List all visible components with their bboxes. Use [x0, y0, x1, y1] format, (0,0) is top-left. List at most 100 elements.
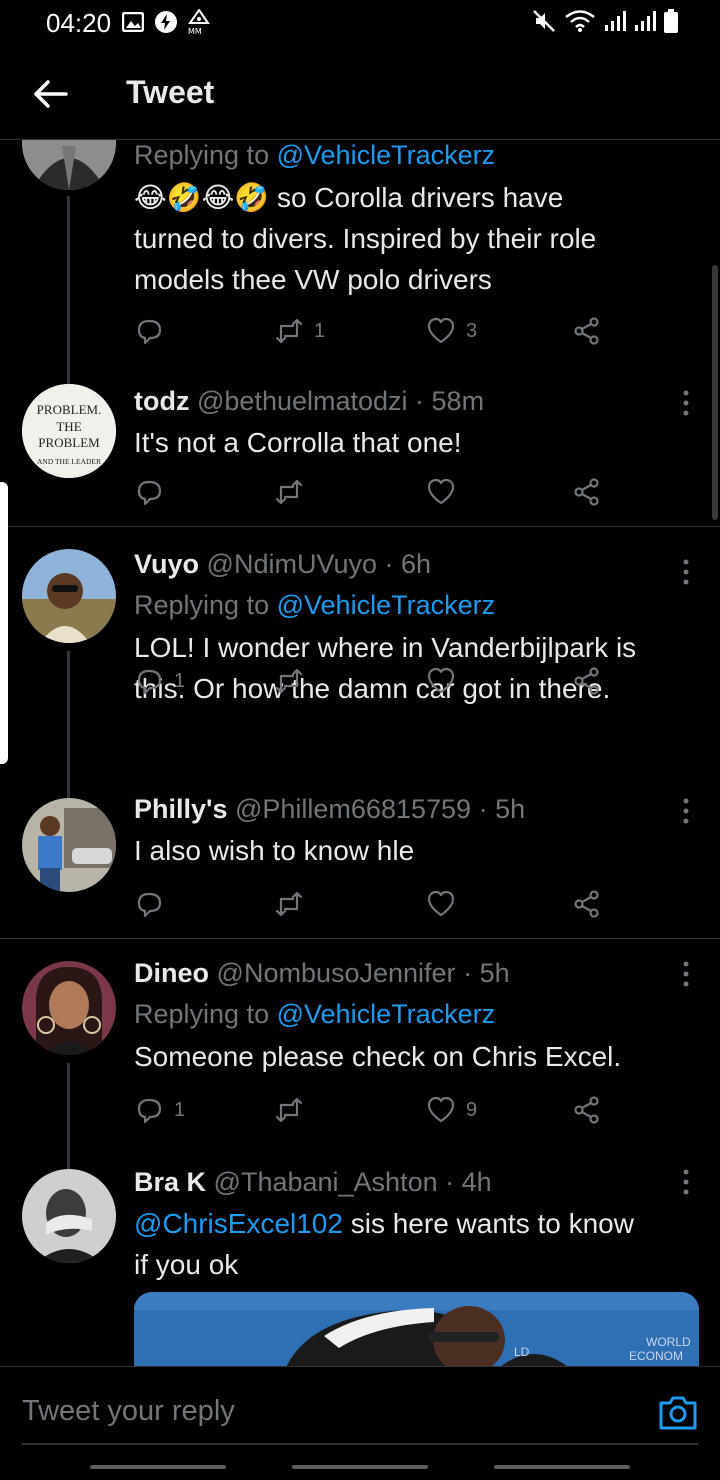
mention-link[interactable]: @VehicleTrackerz — [277, 140, 495, 170]
share-button[interactable] — [572, 475, 602, 509]
like-button[interactable] — [426, 887, 466, 921]
share-icon — [574, 667, 599, 695]
retweet-button[interactable] — [274, 475, 314, 509]
retweet-icon — [275, 668, 303, 694]
tweet-header: Philly's @Phillem66815759 · 5h — [134, 792, 694, 826]
tweet-todz[interactable]: PROBLEM. THE PROBLEM AND THE LEADER todz… — [0, 376, 720, 526]
like-button[interactable]: 3 — [426, 314, 477, 348]
nav-home[interactable] — [292, 1465, 428, 1469]
display-name[interactable]: todz — [134, 386, 189, 416]
like-button[interactable] — [426, 664, 466, 698]
retweet-button[interactable] — [274, 1093, 314, 1127]
tweet-vehicle-reply[interactable]: Replying to @VehicleTrackerz 😂🤣😂🤣 so Cor… — [0, 140, 720, 376]
tweet-actions: 1 9 — [134, 1093, 604, 1127]
tweet-media-image[interactable]: LD WORLD ECONOM — [134, 1292, 699, 1366]
heart-icon — [427, 478, 455, 505]
tweet-actions — [134, 887, 604, 921]
wifi-icon — [565, 10, 595, 32]
edge-panel-handle[interactable] — [0, 482, 8, 764]
reply-button[interactable]: 1 — [134, 1093, 185, 1127]
top-app-bar: Tweet — [0, 46, 720, 140]
share-icon — [574, 1096, 599, 1124]
share-button[interactable] — [572, 887, 602, 921]
nav-back[interactable] — [494, 1465, 630, 1469]
tweet-text: It's not a Corrolla that one! — [134, 427, 462, 458]
status-bar: 04:20 MM — [0, 0, 720, 46]
username[interactable]: @bethuelmatodzi — [197, 386, 408, 416]
avatar[interactable] — [22, 549, 116, 643]
timestamp: · 4h — [445, 1167, 492, 1197]
reply-icon — [137, 319, 162, 345]
svg-text:MM: MM — [188, 27, 202, 35]
page-title: Tweet — [126, 74, 215, 110]
thread-line — [67, 1149, 70, 1169]
reply-icon — [137, 1098, 162, 1124]
svg-text:PROBLEM.: PROBLEM. — [37, 402, 102, 417]
like-button[interactable]: 9 — [426, 1093, 477, 1127]
username[interactable]: @NombusoJennifer — [217, 958, 456, 988]
retweet-button[interactable]: 1 — [274, 314, 325, 348]
reply-icon — [137, 480, 162, 506]
avatar[interactable]: PROBLEM. THE PROBLEM AND THE LEADER — [22, 384, 116, 478]
system-nav-bar — [0, 1462, 720, 1480]
avatar[interactable] — [22, 798, 116, 892]
reply-button[interactable] — [134, 887, 174, 921]
mention-link[interactable]: @ChrisExcel102 — [134, 1208, 343, 1239]
share-button[interactable] — [572, 1093, 602, 1127]
username[interactable]: @NdimUVuyo — [207, 549, 377, 579]
retweet-icon — [275, 479, 303, 505]
replies-feed[interactable]: Replying to @VehicleTrackerz 😂🤣😂🤣 so Cor… — [0, 140, 720, 1366]
svg-text:WORLD: WORLD — [646, 1335, 691, 1349]
tweet-header: Bra K @Thabani_Ashton · 4h — [134, 1165, 694, 1199]
retweet-button[interactable] — [274, 887, 314, 921]
avatar[interactable] — [22, 1169, 116, 1263]
signal-icon — [605, 11, 626, 31]
gallery-notification-icon — [122, 12, 144, 32]
timestamp: · 5h — [463, 958, 510, 988]
back-arrow-icon[interactable] — [30, 74, 70, 114]
thread-line — [67, 778, 70, 798]
battery-icon — [664, 9, 678, 33]
display-name[interactable]: Dineo — [134, 958, 209, 988]
display-name[interactable]: Vuyo — [134, 549, 199, 579]
share-button[interactable] — [572, 314, 602, 348]
signal-icon-2 — [635, 11, 656, 31]
timestamp: · 58m — [415, 386, 485, 416]
tweet-header: Vuyo @NdimUVuyo · 6h — [134, 547, 694, 581]
tweet-actions: 1 3 — [134, 314, 604, 348]
reply-button[interactable] — [134, 475, 174, 509]
tweet-text: 😂🤣😂🤣 so Corolla drivers have turned to d… — [134, 182, 597, 295]
tweet-text: @ChrisExcel102 sis here wants to know if… — [134, 1208, 634, 1280]
tweet-text: Someone please check on Chris Excel. — [134, 1041, 622, 1072]
mention-link[interactable]: @VehicleTrackerz — [277, 999, 495, 1029]
retweet-icon — [275, 318, 303, 344]
heart-icon — [427, 890, 455, 917]
avatar[interactable] — [22, 140, 116, 190]
reply-button[interactable] — [134, 314, 174, 348]
display-name[interactable]: Bra K — [134, 1167, 206, 1197]
scrollbar[interactable] — [712, 265, 718, 520]
share-button[interactable] — [572, 664, 602, 698]
tweet-dineo[interactable]: Dineo @NombusoJennifer · 5h Replying to … — [0, 939, 720, 1149]
share-icon — [574, 317, 599, 345]
timestamp: · 6h — [384, 549, 432, 579]
mention-link[interactable]: @VehicleTrackerz — [277, 590, 495, 620]
username[interactable]: @Thabani_Ashton — [214, 1167, 438, 1197]
camera-icon[interactable] — [658, 1393, 698, 1431]
avatar[interactable] — [22, 961, 116, 1055]
retweet-button[interactable] — [274, 664, 314, 698]
heart-icon — [427, 667, 455, 694]
reply-button[interactable]: 1 — [134, 664, 185, 698]
tweet-header: Dineo @NombusoJennifer · 5h — [134, 956, 694, 990]
like-button[interactable] — [426, 475, 466, 509]
thread-line — [67, 1063, 70, 1149]
display-name[interactable]: Philly's — [134, 794, 227, 824]
svg-text:THE: THE — [56, 419, 81, 434]
tweet-vuyo[interactable]: Vuyo @NdimUVuyo · 6h Replying to @Vehicl… — [0, 527, 720, 778]
reply-input[interactable]: Tweet your reply — [22, 1395, 235, 1428]
heart-icon — [427, 317, 455, 344]
username[interactable]: @Phillem66815759 — [235, 794, 471, 824]
tweet-header: todz @bethuelmatodzi · 58m — [134, 384, 694, 418]
tweet-phillys[interactable]: Philly's @Phillem66815759 · 5h I also wi… — [0, 778, 720, 938]
nav-recents[interactable] — [90, 1465, 226, 1469]
